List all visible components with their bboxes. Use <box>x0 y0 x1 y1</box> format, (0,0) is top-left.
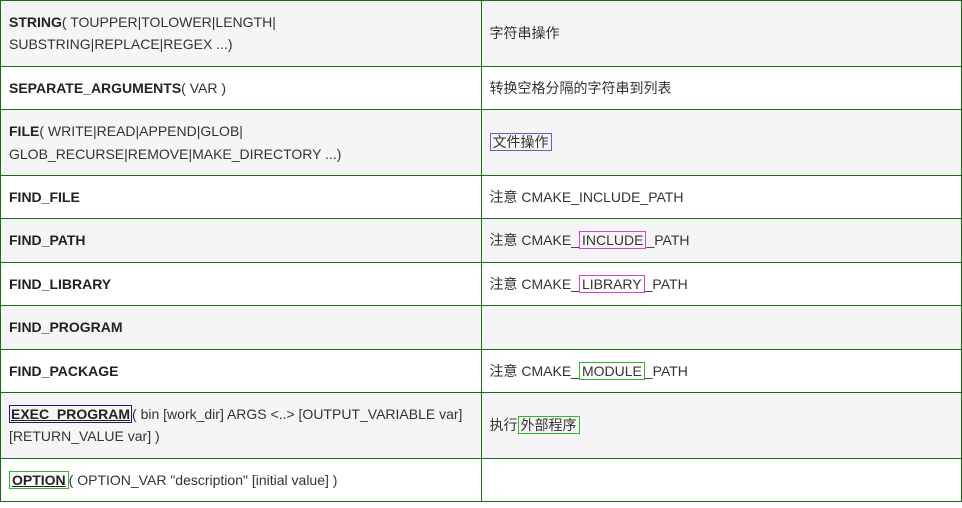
highlighted-term: MODULE <box>579 362 645 380</box>
description-prefix: 执行 <box>490 417 518 433</box>
table-row: FIND_LIBRARY 注意 CMAKE_LIBRARY_PATH <box>1 262 962 305</box>
description-suffix: _PATH <box>645 276 688 292</box>
table-row: FIND_PROGRAM <box>1 306 962 349</box>
table-row: SEPARATE_ARGUMENTS( VAR ) 转换空格分隔的字符串到列表 <box>1 66 962 109</box>
table-row: FIND_PATH 注意 CMAKE_INCLUDE_PATH <box>1 219 962 262</box>
command-name: FIND_PATH <box>9 232 85 248</box>
command-cell: OPTION( OPTION_VAR "description" [initia… <box>1 458 482 501</box>
description-cell: 转换空格分隔的字符串到列表 <box>481 66 962 109</box>
command-name: FIND_PROGRAM <box>9 319 123 335</box>
command-name: SEPARATE_ARGUMENTS <box>9 80 181 96</box>
table-row: FIND_PACKAGE 注意 CMAKE_MODULE_PATH <box>1 349 962 392</box>
highlighted-term: INCLUDE <box>579 231 646 249</box>
description-prefix: 注意 CMAKE_ <box>490 276 579 292</box>
command-name-link[interactable]: OPTION <box>9 471 69 489</box>
command-cell: FILE( WRITE|READ|APPEND|GLOB| GLOB_RECUR… <box>1 110 482 176</box>
description-cell <box>481 306 962 349</box>
table-row: FILE( WRITE|READ|APPEND|GLOB| GLOB_RECUR… <box>1 110 962 176</box>
command-args: ( VAR ) <box>181 80 226 96</box>
command-name: FIND_FILE <box>9 189 80 205</box>
table-row: FIND_FILE 注意 CMAKE_INCLUDE_PATH <box>1 175 962 218</box>
command-cell: EXEC_PROGRAM( bin [work_dir] ARGS <..> [… <box>1 392 482 458</box>
command-cell: FIND_LIBRARY <box>1 262 482 305</box>
highlighted-term: 外部程序 <box>518 416 580 434</box>
command-name: FILE <box>9 123 39 139</box>
command-cell: FIND_PATH <box>1 219 482 262</box>
command-name: STRING <box>9 14 62 30</box>
description-cell: 注意 CMAKE_MODULE_PATH <box>481 349 962 392</box>
command-name: FIND_PACKAGE <box>9 363 118 379</box>
command-cell: FIND_FILE <box>1 175 482 218</box>
command-args: ( OPTION_VAR "description" [initial valu… <box>69 472 338 488</box>
cmake-commands-table: STRING( TOUPPER|TOLOWER|LENGTH| SUBSTRIN… <box>0 0 962 502</box>
description-cell: 注意 CMAKE_LIBRARY_PATH <box>481 262 962 305</box>
description-suffix: _PATH <box>645 363 688 379</box>
command-cell: FIND_PACKAGE <box>1 349 482 392</box>
description-cell: 执行外部程序 <box>481 392 962 458</box>
table-row: OPTION( OPTION_VAR "description" [initia… <box>1 458 962 501</box>
description-text: 转换空格分隔的字符串到列表 <box>490 80 672 96</box>
description-cell: 文件操作 <box>481 110 962 176</box>
table-row: EXEC_PROGRAM( bin [work_dir] ARGS <..> [… <box>1 392 962 458</box>
description-cell <box>481 458 962 501</box>
description-cell: 注意 CMAKE_INCLUDE_PATH <box>481 219 962 262</box>
description-text: 字符串操作 <box>490 25 560 41</box>
description-cell: 注意 CMAKE_INCLUDE_PATH <box>481 175 962 218</box>
description-prefix: 注意 CMAKE_ <box>490 232 579 248</box>
description-link[interactable]: 文件操作 <box>490 133 552 151</box>
command-cell: SEPARATE_ARGUMENTS( VAR ) <box>1 66 482 109</box>
description-prefix: 注意 CMAKE_ <box>490 363 579 379</box>
command-args: ( WRITE|READ|APPEND|GLOB| GLOB_RECURSE|R… <box>9 123 341 161</box>
command-name-link[interactable]: EXEC_PROGRAM <box>9 405 132 423</box>
highlighted-term: LIBRARY <box>579 275 645 293</box>
description-cell: 字符串操作 <box>481 1 962 67</box>
command-cell: STRING( TOUPPER|TOLOWER|LENGTH| SUBSTRIN… <box>1 1 482 67</box>
table-row: STRING( TOUPPER|TOLOWER|LENGTH| SUBSTRIN… <box>1 1 962 67</box>
command-name: FIND_LIBRARY <box>9 276 111 292</box>
description-suffix: _PATH <box>646 232 689 248</box>
command-cell: FIND_PROGRAM <box>1 306 482 349</box>
description-text: 注意 CMAKE_INCLUDE_PATH <box>490 189 684 205</box>
